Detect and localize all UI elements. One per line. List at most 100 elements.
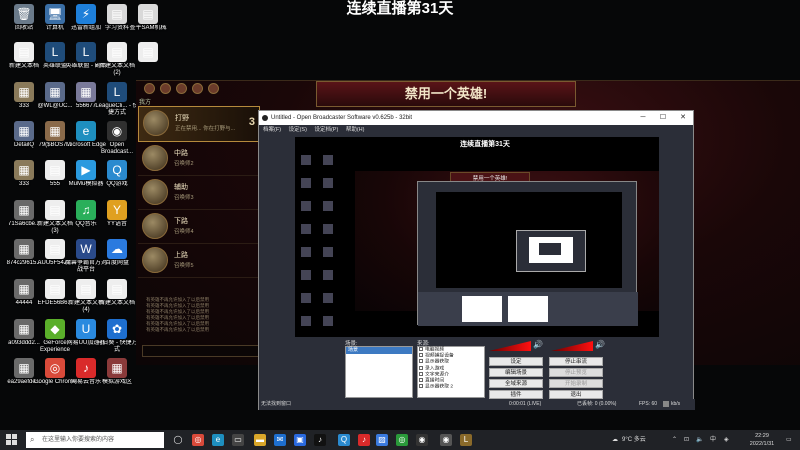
start-button[interactable] bbox=[6, 434, 18, 446]
sources-list[interactable]: 电脑视频 视频捕捉设备 显示器获取 录入游戏 文字来源介 直播时间 显示器获取 2 bbox=[417, 346, 485, 398]
league-icon[interactable]: L bbox=[460, 434, 472, 446]
start-recording-button[interactable]: 开始录制 bbox=[549, 379, 603, 388]
maximize-icon[interactable]: ☐ bbox=[653, 111, 673, 125]
obs-titlebar[interactable]: Untitled - Open Broadcaster Software v0.… bbox=[259, 111, 693, 125]
app-icon: ▤ bbox=[45, 239, 65, 259]
weather-text[interactable]: 9°C 多云 bbox=[622, 430, 646, 450]
weather-icon[interactable]: ☁ bbox=[612, 430, 618, 450]
source-checkbox[interactable] bbox=[419, 347, 423, 351]
status-fps: FPS: 60 bbox=[639, 401, 658, 407]
app-icon: L bbox=[76, 42, 96, 62]
tray-chevron-icon[interactable]: ⌃ bbox=[672, 430, 677, 450]
menu-profiles[interactable]: 设定档(P) bbox=[314, 127, 338, 133]
netease-music-icon[interactable]: ♪ bbox=[358, 434, 370, 446]
scenes-list[interactable]: 场景 bbox=[345, 346, 413, 398]
desktop-icon-label: YY语音 bbox=[106, 221, 127, 227]
store-icon[interactable]: ▣ bbox=[294, 434, 306, 446]
source-item[interactable]: 显示器获取 2 bbox=[418, 384, 484, 390]
desktop-icon[interactable]: ▦ 模拟游戏区 bbox=[95, 356, 139, 400]
app-icon: ◉ bbox=[107, 121, 127, 141]
source-checkbox[interactable] bbox=[419, 359, 423, 364]
speaker-icon[interactable]: 🔊 bbox=[595, 340, 605, 349]
app-icon: ▤ bbox=[14, 42, 34, 62]
stop-preview-button[interactable]: 停止预览 bbox=[549, 368, 603, 377]
windows-terminal-icon[interactable]: ▭ bbox=[232, 434, 244, 446]
source-label: 文字来源介 bbox=[425, 372, 449, 378]
status-indicator bbox=[663, 401, 669, 407]
edge-icon[interactable]: e bbox=[212, 434, 224, 446]
menu-settings[interactable]: 设定(S) bbox=[289, 127, 307, 133]
chrome-icon[interactable]: ◎ bbox=[192, 434, 204, 446]
global-sources-button[interactable]: 全域来源 bbox=[489, 379, 543, 388]
slot-summoner: 正在禁用... 你在打野与... bbox=[175, 126, 236, 132]
settings-button[interactable]: 设定 bbox=[489, 357, 543, 366]
desktop-icon[interactable]: L LeagueCli... - 快捷方式 bbox=[95, 80, 139, 124]
source-checkbox[interactable] bbox=[419, 365, 423, 370]
preview-recursive-obs bbox=[417, 181, 638, 326]
team-roster: 打野 正在禁用... 你在打野与... 3 中路 召唤师2 辅助 召唤师3 下路 召唤师4 上路召… bbox=[138, 106, 260, 278]
app-icon: ▦ bbox=[45, 82, 65, 102]
chrome-icon[interactable]: ◎ bbox=[396, 434, 408, 446]
status-message: 无法找到窗口 bbox=[261, 401, 292, 407]
obs-window[interactable]: Untitled - Open Broadcaster Software v0.… bbox=[258, 110, 695, 410]
speaker-icon[interactable]: 🔊 bbox=[533, 340, 543, 349]
security-icon[interactable]: ◈ bbox=[724, 430, 729, 450]
notification-icon[interactable]: ▭ bbox=[786, 430, 792, 450]
stop-stream-button[interactable]: 停止串流 bbox=[549, 357, 603, 366]
qq-icon[interactable]: Q bbox=[338, 434, 350, 446]
volume-icon[interactable]: 🔈 bbox=[696, 430, 703, 450]
minimize-icon[interactable]: ─ bbox=[633, 111, 653, 125]
champion-avatar bbox=[142, 247, 168, 273]
app-icon: ▤ bbox=[138, 42, 158, 62]
app-icon: ▤ bbox=[138, 4, 158, 24]
plugins-button[interactable]: 插件 bbox=[489, 390, 543, 399]
app-icon: ▤ bbox=[45, 160, 65, 180]
exit-button[interactable]: 退出 bbox=[549, 390, 603, 399]
close-icon[interactable]: ✕ bbox=[673, 111, 693, 125]
edit-scene-button[interactable]: 编辑场景 bbox=[489, 368, 543, 377]
app-icon: ▦ bbox=[45, 121, 65, 141]
source-checkbox[interactable] bbox=[419, 353, 423, 358]
obs-preview-canvas[interactable]: 连续直播第31天 禁用一个英雄! bbox=[295, 137, 659, 337]
app-icon: ◎ bbox=[45, 358, 65, 378]
preview-recursive-controls bbox=[418, 292, 638, 326]
team-slot: 下路 召唤师4 bbox=[138, 210, 260, 244]
team-slot: 上路 召唤师5 bbox=[138, 244, 260, 278]
champion-avatar bbox=[142, 213, 168, 239]
desktop-icon[interactable]: ▤ bbox=[126, 40, 170, 84]
mic-audio-meter[interactable] bbox=[551, 341, 593, 351]
source-checkbox[interactable] bbox=[419, 377, 423, 382]
desktop-icon-label: LeagueCli... - 快捷方式 bbox=[95, 103, 139, 116]
app-icon: ▤ bbox=[107, 4, 127, 24]
taskbar: 在这里输入你要搜索的内容 ⌕ ◯ ◎ e ▭ ▬ ✉ ▣ ♪ Q ♪ ▨ ◎ ◉ ◉ L ☁ 9°C 多云 … bbox=[0, 430, 800, 450]
scene-item[interactable]: 场景 bbox=[346, 347, 412, 354]
task-view-icon[interactable]: ◯ bbox=[172, 434, 184, 446]
menu-file[interactable]: 档案(F) bbox=[263, 127, 281, 133]
network-icon[interactable]: ⊡ bbox=[684, 430, 689, 450]
desktop-icon[interactable]: ▤ 新建文本文档 bbox=[95, 277, 139, 321]
desktop-icon[interactable]: ✿ 向日葵 - 快捷方式 bbox=[95, 317, 139, 361]
source-checkbox[interactable] bbox=[419, 371, 423, 376]
desktop-icon[interactable]: ◉ Open Broadcast... bbox=[95, 119, 139, 163]
slot-role: 上路 bbox=[174, 252, 188, 259]
app-icon: L bbox=[45, 42, 65, 62]
mail-icon[interactable]: ✉ bbox=[274, 434, 286, 446]
desktop-icon[interactable]: Q QQ游戏 bbox=[95, 158, 139, 202]
chat-input[interactable] bbox=[142, 345, 260, 357]
slot-role: 下路 bbox=[174, 218, 188, 225]
input-method-indicator[interactable]: 中 bbox=[710, 430, 716, 450]
obs-icon[interactable]: ◉ bbox=[416, 434, 428, 446]
menu-help[interactable]: 帮助(H) bbox=[346, 127, 365, 133]
desktop-icon[interactable]: ☁ 百度网盘 bbox=[95, 237, 139, 281]
obs-icon[interactable]: ◉ bbox=[440, 434, 452, 446]
taskbar-clock[interactable]: 22:29 2022/1/31 bbox=[742, 432, 782, 448]
tiktok-icon[interactable]: ♪ bbox=[314, 434, 326, 446]
desktop-icon[interactable]: Y YY语音 bbox=[95, 198, 139, 242]
obs-app-icon bbox=[262, 115, 268, 121]
folder-icon[interactable]: ▬ bbox=[254, 434, 266, 446]
app-icon: ▦ bbox=[14, 200, 34, 220]
photos-icon[interactable]: ▨ bbox=[376, 434, 388, 446]
source-checkbox[interactable] bbox=[419, 384, 423, 389]
taskbar-search-box[interactable]: 在这里输入你要搜索的内容 bbox=[26, 432, 164, 448]
desktop-audio-meter[interactable] bbox=[489, 341, 531, 351]
